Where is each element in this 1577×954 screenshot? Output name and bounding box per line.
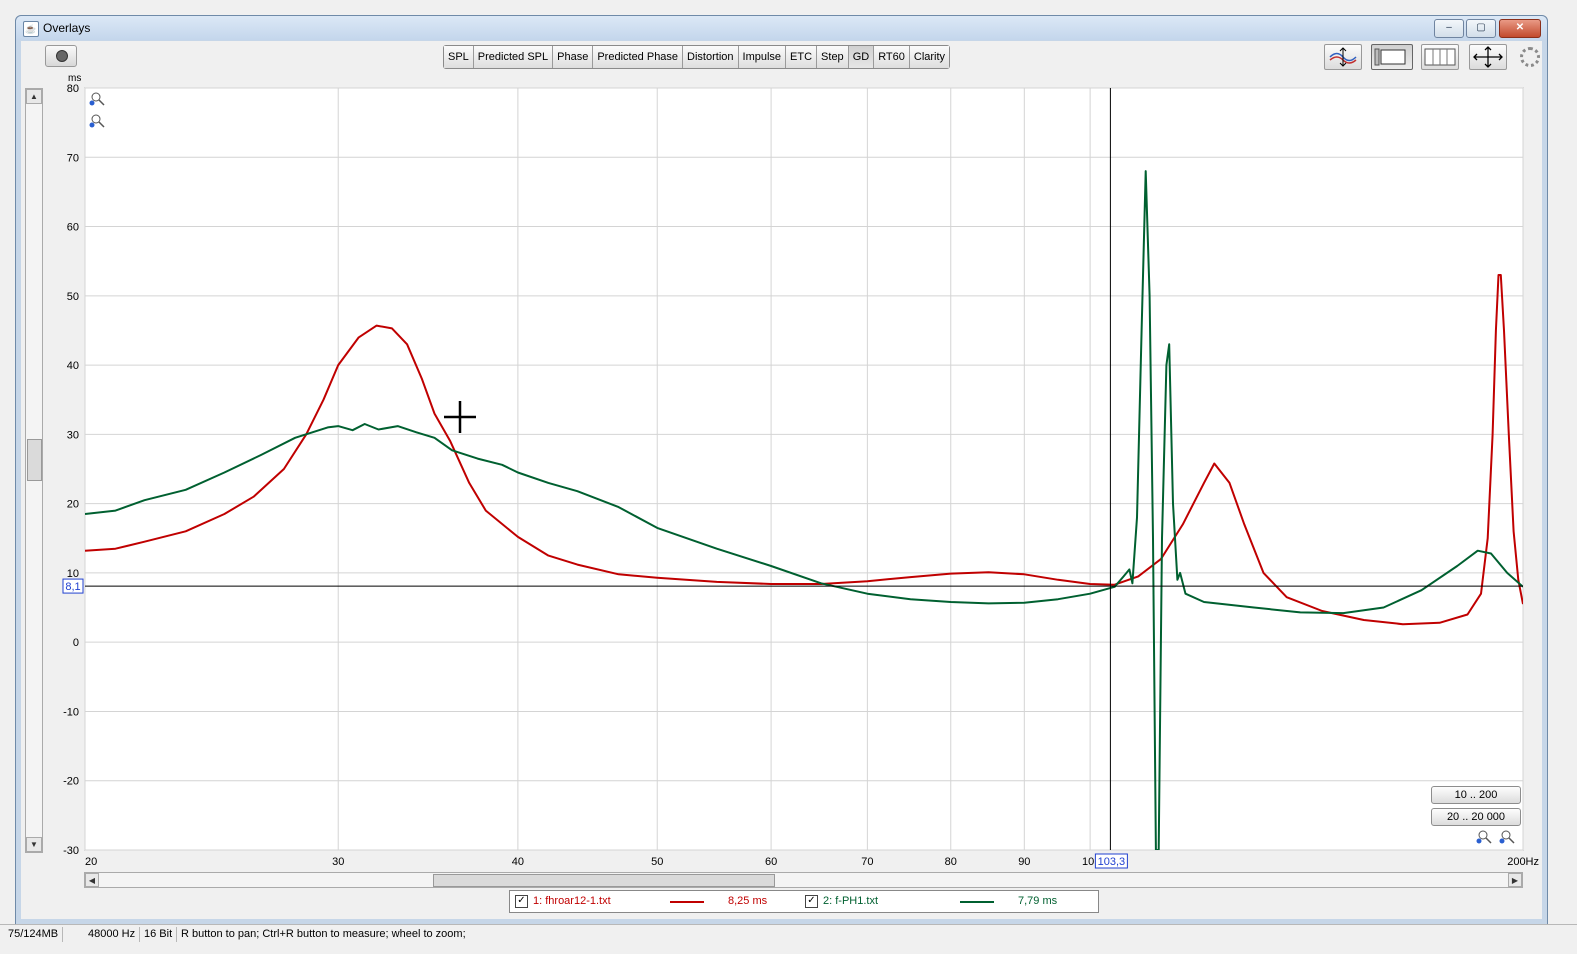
x-tick-label: 60: [765, 856, 777, 868]
scroll-left-icon[interactable]: ◀: [85, 873, 99, 887]
x-tick-labels: 20 30 40 50 60 70 80 90 10 200Hz: [85, 856, 1539, 868]
y-tick-label: -10: [63, 706, 79, 718]
group-delay-chart[interactable]: 80706050403020100-10-20-30 20 30 40 50 60 70 8…: [0, 0, 1577, 954]
y-tick-label: 80: [67, 83, 79, 95]
trace-2-swatch: [960, 901, 994, 903]
y-tick-label: 70: [67, 152, 79, 164]
horizontal-scrollbar[interactable]: ◀ ▶: [84, 872, 1523, 888]
y-tick-label: 30: [67, 429, 79, 441]
bit-depth-status: 16 Bit: [140, 927, 178, 942]
legend: ✓ 1: fhroar12-1.txt 8,25 ms ✓ 2: f-PH1.t…: [509, 890, 1099, 913]
x-tick-label: 30: [332, 856, 344, 868]
trace-2-value: 7,79 ms: [1018, 895, 1058, 907]
y-tick-label: 20: [67, 499, 79, 511]
y-tick-label: 10: [67, 568, 79, 580]
range-full-button[interactable]: 20 .. 20 000: [1431, 808, 1521, 826]
horizontal-scroll-thumb[interactable]: [433, 874, 775, 887]
trace-1-swatch: [670, 901, 704, 903]
y-tick-label: 50: [67, 291, 79, 303]
status-bar: 75/124MB 48000 Hz 16 Bit R button to pan…: [0, 924, 1577, 945]
x-tick-label: 90: [1018, 856, 1030, 868]
scroll-right-icon[interactable]: ▶: [1508, 873, 1522, 887]
cursor-y-label: 8,1: [65, 581, 80, 593]
plot-area[interactable]: [84, 87, 1524, 851]
x-tick-label: 10: [1082, 856, 1094, 868]
x-tick-label: 20: [85, 856, 97, 868]
y-tick-label: -20: [63, 776, 79, 788]
trace-2-name: 2: f-PH1.txt: [823, 895, 879, 907]
trace-2-checkbox[interactable]: ✓: [805, 895, 818, 908]
x-tick-label: 200Hz: [1507, 856, 1539, 868]
y-tick-label: 40: [67, 360, 79, 372]
sample-rate-status: 48000 Hz: [84, 927, 141, 942]
trace-1-checkbox[interactable]: ✓: [515, 895, 528, 908]
cursor-x-label: 103,3: [1098, 856, 1126, 868]
y-tick-label: 60: [67, 222, 79, 234]
trace-1-name: 1: fhroar12-1.txt: [533, 895, 611, 907]
x-tick-label: 70: [861, 856, 873, 868]
y-tick-label: 0: [73, 637, 79, 649]
x-tick-label: 40: [512, 856, 524, 868]
range-10-200-button[interactable]: 10 .. 200: [1431, 786, 1521, 804]
trace-1-value: 8,25 ms: [728, 895, 768, 907]
x-tick-label: 80: [945, 856, 957, 868]
x-tick-label: 50: [651, 856, 663, 868]
y-tick-label: -30: [63, 845, 79, 857]
memory-status: 75/124MB: [4, 927, 64, 942]
y-tick-labels: 80 70 60 50 40 30 20 10 0 -10 -20 -30: [63, 83, 79, 857]
hint-status: R button to pan; Ctrl+R button to measur…: [181, 928, 466, 940]
